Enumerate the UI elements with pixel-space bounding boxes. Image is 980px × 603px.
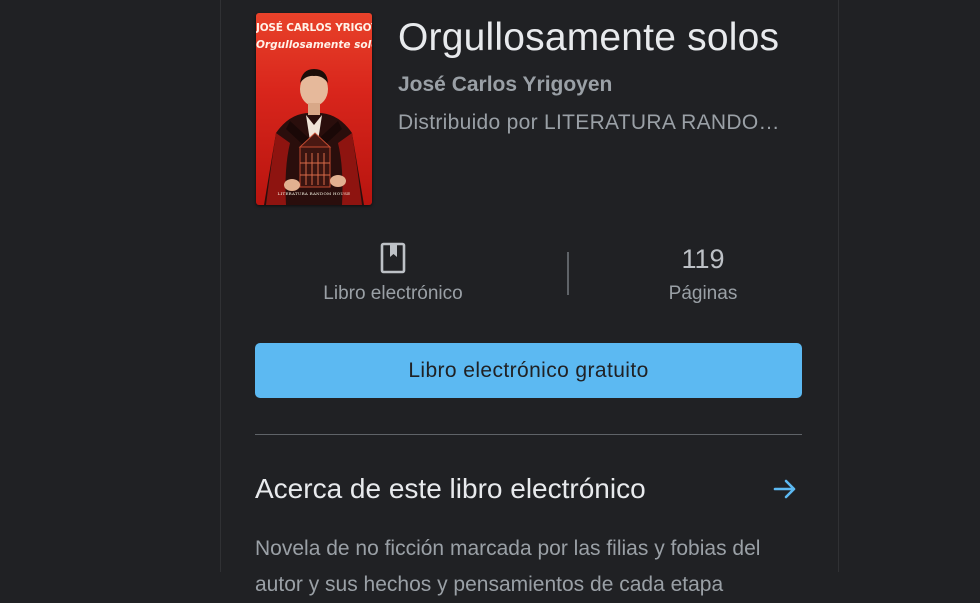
bookmark-book-icon (380, 242, 406, 279)
stats-divider (567, 252, 569, 295)
book-cover[interactable]: JOSÉ CARLOS YRIGOYEN Orgullosamente solo… (256, 13, 372, 205)
about-section-title[interactable]: Acerca de este libro electrónico (255, 473, 646, 505)
free-ebook-button[interactable]: Libro electrónico gratuito (255, 343, 802, 398)
book-author-link[interactable]: José Carlos Yrigoyen (398, 73, 612, 97)
cover-title-text: Orgullosamente solos (256, 39, 372, 51)
about-description: Novela de no ficción marcada por las fil… (255, 537, 761, 596)
page-count: 119 (681, 244, 725, 274)
cover-author-text: JOSÉ CARLOS YRIGOYEN (256, 22, 372, 34)
free-ebook-button-label: Libro electrónico gratuito (408, 358, 649, 382)
book-title: Orgullosamente solos (398, 16, 780, 59)
section-divider (255, 434, 802, 435)
page-count-label: Páginas (668, 283, 738, 304)
cover-illustration (264, 69, 364, 205)
arrow-right-icon[interactable] (772, 476, 798, 507)
cover-publisher-text: LITERATURA RANDOM HOUSE (277, 191, 351, 196)
format-label: Libro electrónico (323, 283, 463, 304)
book-distributor: Distribuido por LITERATURA RANDO… (398, 111, 780, 134)
